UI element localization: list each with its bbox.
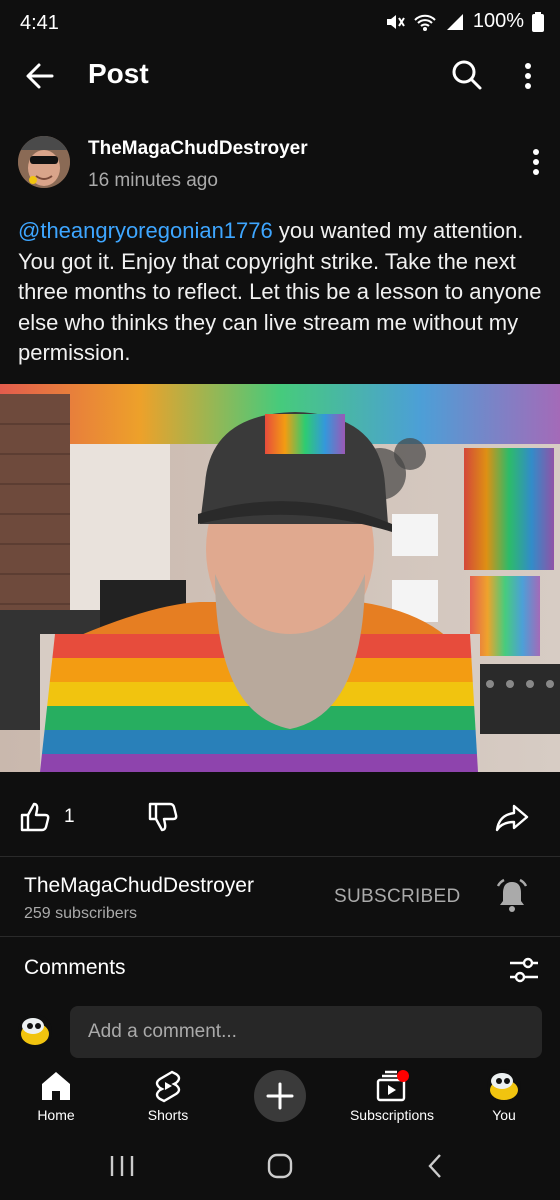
post-menu-icon[interactable] (522, 144, 550, 180)
post-body: @theangryoregonian1776 you wanted my att… (18, 216, 548, 369)
back-button-icon[interactable] (416, 1150, 456, 1182)
subscribed-button[interactable]: SUBSCRIBED (334, 886, 461, 908)
shorts-icon (155, 1070, 181, 1103)
plus-icon (266, 1082, 294, 1110)
create-button[interactable] (254, 1070, 306, 1122)
battery-percent: 100% (472, 10, 524, 32)
divider (0, 856, 560, 857)
divider (0, 936, 560, 937)
like-count: 1 (64, 806, 75, 827)
system-navigation-bar (0, 1132, 560, 1200)
comments-header[interactable]: Comments (0, 944, 560, 992)
battery-icon (532, 11, 544, 32)
nav-shorts-label: Shorts (147, 1107, 189, 1123)
subscriptions-icon (376, 1070, 409, 1102)
sort-filter-icon[interactable] (508, 954, 540, 986)
channel-subscribe-row: TheMagaChudDestroyer 259 subscribers SUB… (0, 858, 560, 936)
add-comment-row (0, 1004, 560, 1060)
status-icons: 100% (385, 10, 544, 33)
home-button-icon[interactable] (260, 1150, 300, 1182)
nav-subscriptions-label: Subscriptions (349, 1107, 435, 1123)
post-actions: 1 (0, 792, 560, 842)
mention-link[interactable]: @theangryoregonian1776 (18, 218, 273, 243)
post-channel-name[interactable]: TheMagaChudDestroyer (88, 138, 308, 160)
more-vertical-icon[interactable] (514, 58, 542, 94)
nav-you-label: You (492, 1107, 516, 1123)
subscribe-channel-name[interactable]: TheMagaChudDestroyer (24, 874, 254, 898)
like-icon[interactable] (18, 800, 52, 834)
bottom-navigation: Home Shorts Subscriptions You (0, 1060, 560, 1132)
dislike-icon[interactable] (146, 800, 180, 834)
back-arrow-icon[interactable] (22, 58, 58, 94)
nav-shorts[interactable]: Shorts (113, 1060, 223, 1132)
subscriber-count: 259 subscribers (24, 905, 137, 922)
post-image[interactable]: PRIDE PLAYLIST (0, 384, 560, 772)
page-title: Post (88, 58, 149, 89)
signal-icon (446, 13, 463, 30)
nav-subscriptions[interactable]: Subscriptions (337, 1060, 447, 1132)
app-bar: Post (0, 48, 560, 104)
notification-bell-icon[interactable] (494, 878, 530, 914)
channel-avatar[interactable] (18, 136, 70, 188)
wifi-icon (414, 14, 436, 31)
profile-avatar-icon (487, 1069, 521, 1103)
comment-input[interactable] (70, 1006, 542, 1058)
share-icon[interactable] (494, 800, 530, 834)
status-time: 4:41 (20, 12, 59, 34)
post-header: TheMagaChudDestroyer 16 minutes ago (0, 130, 560, 196)
comments-label: Comments (24, 956, 126, 979)
nav-home-label: Home (37, 1107, 75, 1123)
home-icon (42, 1072, 70, 1100)
mute-icon (386, 14, 405, 29)
post-timestamp: 16 minutes ago (88, 170, 218, 191)
recent-apps-icon[interactable] (102, 1150, 142, 1182)
status-bar: 4:41 100% (0, 0, 560, 48)
nav-you[interactable]: You (449, 1060, 559, 1132)
search-icon[interactable] (448, 56, 484, 92)
nav-home[interactable]: Home (1, 1060, 111, 1132)
user-avatar (18, 1014, 52, 1048)
